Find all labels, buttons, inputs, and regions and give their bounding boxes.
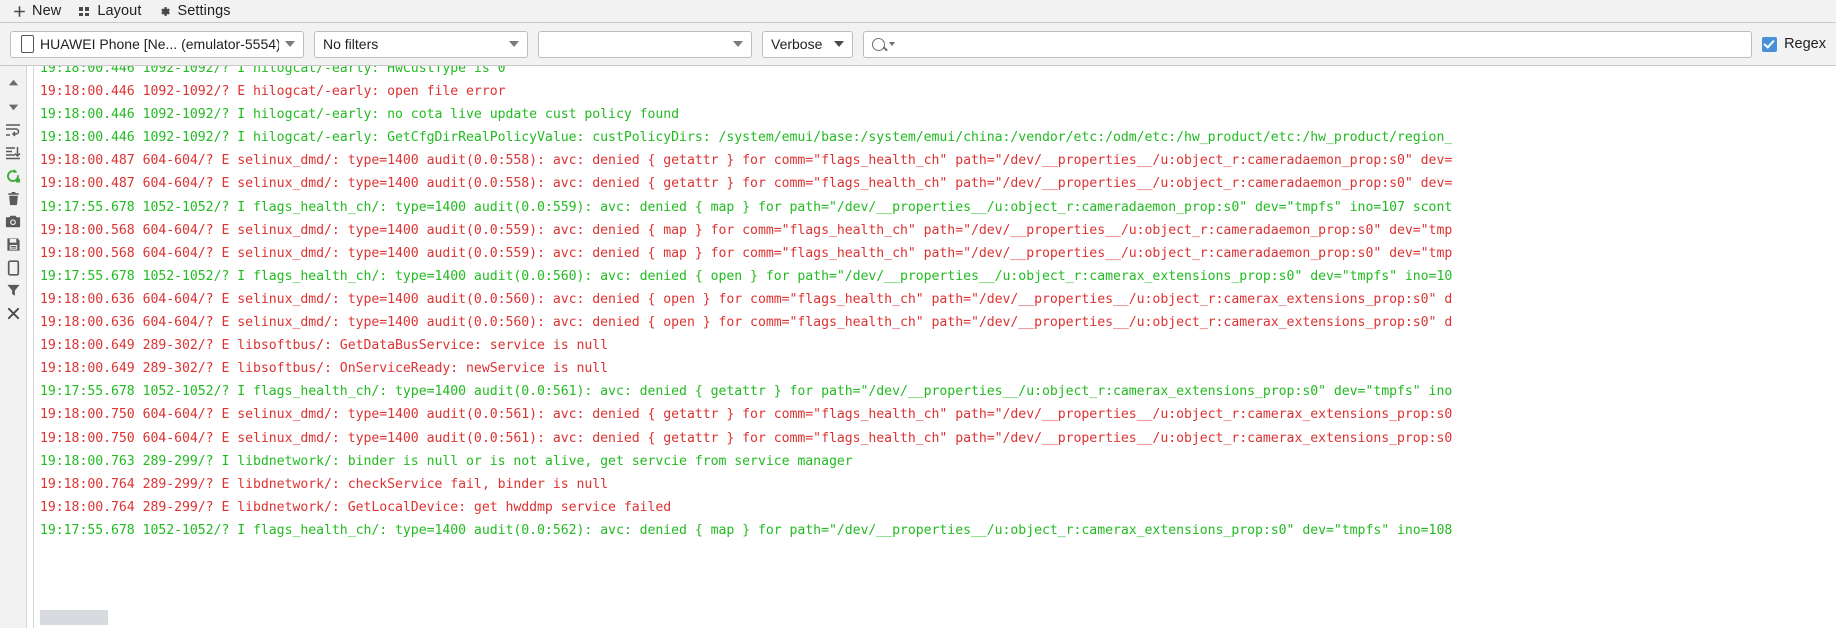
log-line[interactable]: 19:18:00.763 289-299/? I libdnetwork/: b… — [28, 450, 1836, 473]
log-level-selector[interactable]: Verbose — [762, 30, 853, 58]
menu-item-layout-label: Layout — [97, 3, 142, 19]
log-line[interactable]: 19:17:55.678 1052-1052/? I flags_health_… — [28, 380, 1836, 403]
soft-wrap-icon[interactable] — [0, 118, 26, 141]
filter-icon[interactable] — [0, 279, 26, 302]
log-line[interactable]: 19:18:00.446 1092-1092/? I hilogcat/-ear… — [28, 126, 1836, 149]
regex-checkbox-group[interactable]: Regex — [1762, 36, 1826, 52]
log-line[interactable]: 19:18:00.487 604-604/? E selinux_dmd/: t… — [28, 172, 1836, 195]
menu-item-settings-label: Settings — [177, 3, 231, 19]
logcat-side-toolbar — [0, 66, 27, 628]
scroll-up-icon[interactable] — [0, 72, 26, 95]
screenshot-icon[interactable] — [0, 210, 26, 233]
chevron-down-icon — [733, 41, 743, 47]
phone-icon — [21, 35, 34, 53]
restart-logcat-icon[interactable] — [0, 164, 26, 187]
save-icon[interactable] — [0, 233, 26, 256]
log-line[interactable]: 19:18:00.649 289-302/? E libsoftbus/: Ge… — [28, 334, 1836, 357]
log-line[interactable]: 19:18:00.636 604-604/? E selinux_dmd/: t… — [28, 288, 1836, 311]
secondary-filter-selector[interactable] — [538, 30, 752, 58]
menu-item-layout[interactable]: Layout — [71, 1, 151, 21]
search-box[interactable] — [863, 30, 1753, 58]
scroll-down-icon[interactable] — [0, 95, 26, 118]
log-line[interactable]: 19:18:00.487 604-604/? E selinux_dmd/: t… — [28, 149, 1836, 172]
log-line[interactable]: 19:18:00.649 289-302/? E libsoftbus/: On… — [28, 357, 1836, 380]
screen-record-icon[interactable] — [0, 256, 26, 279]
log-line[interactable]: 19:17:55.678 1052-1052/? I flags_health_… — [28, 265, 1836, 288]
menu-item-new[interactable]: New — [6, 1, 71, 21]
regex-label: Regex — [1784, 36, 1826, 52]
chevron-down-icon — [834, 41, 844, 47]
device-selector[interactable]: HUAWEI Phone [Ne... (emulator-5554) — [10, 30, 304, 58]
log-line[interactable]: 19:18:00.636 604-604/? E selinux_dmd/: t… — [28, 311, 1836, 334]
logcat-output[interactable]: 19:18:00.446 1092-1092/? I hilogcat/-ear… — [27, 66, 1836, 628]
log-line[interactable]: 19:18:00.446 1092-1092/? I hilogcat/-ear… — [28, 103, 1836, 126]
log-line[interactable]: 19:18:00.750 604-604/? E selinux_dmd/: t… — [28, 403, 1836, 426]
chevron-down-icon — [285, 41, 295, 47]
menu-item-new-label: New — [32, 3, 62, 19]
filter-selector-value: No filters — [323, 36, 379, 52]
close-icon[interactable] — [0, 302, 26, 325]
log-line[interactable]: 19:18:00.764 289-299/? E libdnetwork/: G… — [28, 496, 1836, 519]
log-line[interactable]: 19:17:55.678 1052-1052/? I flags_health_… — [28, 196, 1836, 219]
log-line[interactable]: 19:18:00.764 289-299/? E libdnetwork/: c… — [28, 473, 1836, 496]
regex-checkbox[interactable] — [1762, 36, 1778, 52]
menu-bar: New Layout Settings — [0, 0, 1836, 23]
log-lines-container: 19:18:00.446 1092-1092/? I hilogcat/-ear… — [28, 66, 1836, 542]
menu-item-settings[interactable]: Settings — [151, 1, 240, 21]
logcat-toolbar: HUAWEI Phone [Ne... (emulator-5554) No f… — [0, 23, 1836, 66]
plus-icon — [12, 4, 26, 18]
selection-highlight — [40, 610, 108, 625]
device-selector-value: HUAWEI Phone [Ne... (emulator-5554) — [40, 36, 279, 52]
log-line[interactable]: 19:18:00.750 604-604/? E selinux_dmd/: t… — [28, 427, 1836, 450]
chevron-down-icon — [509, 41, 519, 47]
log-line[interactable]: 19:18:00.446 1092-1092/? E hilogcat/-ear… — [28, 80, 1836, 103]
log-line[interactable]: 19:18:00.446 1092-1092/? I hilogcat/-ear… — [28, 66, 1836, 80]
search-input[interactable] — [900, 35, 1744, 53]
gear-icon — [157, 4, 171, 18]
search-icon[interactable] — [872, 37, 895, 51]
log-level-value: Verbose — [771, 36, 823, 52]
clear-logcat-icon[interactable] — [0, 187, 26, 210]
scroll-to-end-icon[interactable] — [0, 141, 26, 164]
logcat-body: 19:18:00.446 1092-1092/? I hilogcat/-ear… — [0, 66, 1836, 628]
filter-selector[interactable]: No filters — [314, 30, 528, 58]
log-line[interactable]: 19:18:00.568 604-604/? E selinux_dmd/: t… — [28, 242, 1836, 265]
log-line[interactable]: 19:18:00.568 604-604/? E selinux_dmd/: t… — [28, 219, 1836, 242]
logcat-window: New Layout Settings HUAWEI Phone [Ne... … — [0, 0, 1836, 628]
grid-icon — [77, 4, 91, 18]
log-line[interactable]: 19:17:55.678 1052-1052/? I flags_health_… — [28, 519, 1836, 542]
